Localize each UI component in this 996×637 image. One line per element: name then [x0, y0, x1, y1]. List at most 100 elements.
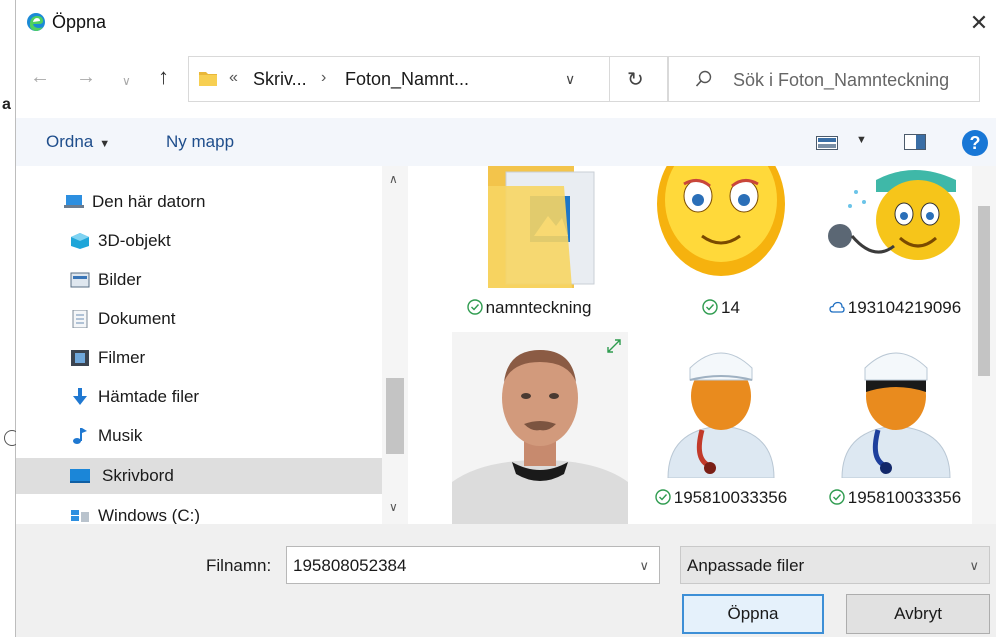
- tree-item-label: Bilder: [98, 270, 142, 289]
- file-item-label: namnteckning: [444, 298, 614, 318]
- tree-item-label: 3D-objekt: [98, 231, 171, 250]
- tree-item-label: Windows (C:): [98, 506, 201, 524]
- tree-item-windows-drive[interactable]: Windows (C:): [70, 498, 390, 524]
- background-window-edge: a: [0, 0, 20, 637]
- tree-item-label: Filmer: [98, 348, 146, 367]
- nurse-icon: [650, 338, 792, 478]
- scrollbar-thumb[interactable]: [386, 378, 404, 454]
- file-name: namnteckning: [485, 298, 592, 317]
- filename-input[interactable]: [293, 554, 623, 578]
- address-divider: [609, 57, 610, 101]
- music-icon: [73, 428, 87, 444]
- search-input[interactable]: [733, 67, 973, 93]
- tree-item-documents[interactable]: Dokument: [70, 301, 390, 337]
- file-item-label: 193104219096: [810, 298, 980, 318]
- file-list[interactable]: namnteckning 14 193104219096 19581003335…: [408, 166, 996, 524]
- breadcrumb-desktop[interactable]: Skriv...: [253, 69, 307, 90]
- cancel-button[interactable]: Avbryt: [846, 594, 990, 634]
- videos-icon: [71, 350, 89, 366]
- tree-item-label: Dokument: [98, 309, 176, 328]
- search-box[interactable]: [668, 56, 980, 102]
- change-view-icon[interactable]: [816, 136, 838, 150]
- documents-icon: [72, 310, 88, 328]
- open-button[interactable]: Öppna: [682, 594, 824, 634]
- smiley-face-icon: [650, 166, 792, 286]
- pictures-icon: [70, 272, 90, 288]
- 3d-objects-icon: [71, 233, 89, 249]
- chevron-down-icon: ▼: [99, 138, 111, 150]
- new-folder-button[interactable]: Ny mapp: [166, 132, 234, 152]
- close-button[interactable]: ✕: [962, 6, 996, 40]
- breadcrumb-chevron-icon[interactable]: ›: [321, 69, 326, 87]
- open-file-dialog: Öppna ✕ ← → ∨ ↑ « Skriv... › Foton_Namnt…: [16, 0, 996, 637]
- view-options-button[interactable]: ▼: [856, 134, 867, 146]
- navigation-scrollbar[interactable]: ∧ ∨: [382, 166, 408, 524]
- desktop-icon: [70, 469, 90, 483]
- file-type-select[interactable]: Anpassade filer ∨: [680, 546, 990, 584]
- tree-item-this-pc[interactable]: Den här datorn: [64, 184, 384, 220]
- tree-item-music[interactable]: Musik: [70, 418, 390, 454]
- edge-browser-icon: [27, 13, 45, 31]
- scrollbar-thumb[interactable]: [978, 206, 990, 376]
- organize-label: Ordna: [46, 132, 94, 151]
- preview-pane-icon[interactable]: [904, 134, 926, 150]
- command-bar: Ordna ▼ Ny mapp ▼ ?: [16, 118, 996, 166]
- up-one-level-button[interactable]: ↑: [158, 64, 169, 90]
- forward-button[interactable]: →: [76, 66, 96, 89]
- scroll-down-button[interactable]: ∨: [389, 500, 398, 514]
- file-name: 195810033356: [847, 488, 962, 507]
- file-item-label: 195810033356: [636, 488, 806, 508]
- recent-locations-button[interactable]: ∨: [122, 74, 131, 88]
- help-button[interactable]: ?: [962, 130, 988, 156]
- tree-item-label: Skrivbord: [102, 466, 174, 485]
- tree-item-downloads[interactable]: Hämtade filer: [70, 379, 390, 415]
- navigation-row: ← → ∨ ↑ « Skriv... › Foton_Namnt... ∨ ↻: [16, 52, 996, 108]
- tree-item-3d-objects[interactable]: 3D-objekt: [70, 223, 390, 259]
- smiley-doctor-icon: [824, 166, 968, 286]
- file-name: 14: [721, 298, 740, 317]
- synced-check-icon: [829, 489, 845, 505]
- file-item-label: 195810033356: [810, 488, 980, 508]
- synced-check-icon: [655, 489, 671, 505]
- file-name: 193104219096: [847, 298, 962, 317]
- tree-item-label: Hämtade filer: [98, 387, 200, 406]
- tree-item-label: Den här datorn: [92, 192, 206, 211]
- drive-icon: [71, 510, 89, 522]
- nurse-icon: [824, 338, 968, 478]
- file-name: 195810033356: [673, 488, 788, 507]
- window-title: Öppna: [52, 12, 107, 32]
- tree-item-videos[interactable]: Filmer: [70, 340, 390, 376]
- address-overflow-button[interactable]: «: [229, 69, 238, 87]
- file-item-label: 14: [636, 298, 806, 318]
- cloud-icon: [829, 301, 845, 313]
- scroll-up-button[interactable]: ∧: [389, 172, 398, 186]
- tree-item-desktop[interactable]: Skrivbord: [16, 458, 382, 494]
- downloads-icon: [73, 388, 87, 405]
- dialog-footer: Filnamn: ∨ Anpassade filer ∨ Öppna Avbry…: [16, 524, 996, 637]
- filename-label: Filnamn:: [206, 556, 272, 575]
- refresh-button[interactable]: ↻: [627, 67, 644, 92]
- computer-icon: [64, 195, 84, 208]
- tree-item-label: Musik: [98, 426, 143, 445]
- file-list-scrollbar[interactable]: [972, 166, 996, 524]
- background-edge-letter: a: [2, 96, 11, 113]
- title-bar: Öppna ✕: [16, 0, 996, 46]
- navigation-pane[interactable]: Den här datorn 3D-objekt Bilder Dokument…: [16, 166, 408, 524]
- file-type-value: Anpassade filer: [687, 556, 805, 575]
- breadcrumb-current-folder[interactable]: Foton_Namnt...: [345, 69, 469, 90]
- search-icon: [695, 70, 712, 87]
- filename-combobox[interactable]: ∨: [286, 546, 660, 584]
- tree-item-pictures[interactable]: Bilder: [70, 262, 390, 298]
- chevron-down-icon: ∨: [969, 558, 979, 573]
- address-dropdown-button[interactable]: ∨: [565, 71, 575, 88]
- address-bar[interactable]: « Skriv... › Foton_Namnt... ∨ ↻: [188, 56, 668, 102]
- chevron-down-icon[interactable]: ∨: [639, 558, 649, 574]
- synced-check-icon: [702, 299, 718, 315]
- portrait-photo-image: [452, 332, 628, 524]
- back-button[interactable]: ←: [30, 66, 50, 89]
- synced-check-icon: [466, 299, 483, 315]
- folder-icon: [199, 72, 217, 86]
- expand-icon: [607, 339, 621, 353]
- folder-icon: [444, 166, 614, 292]
- organize-button[interactable]: Ordna ▼: [46, 132, 110, 152]
